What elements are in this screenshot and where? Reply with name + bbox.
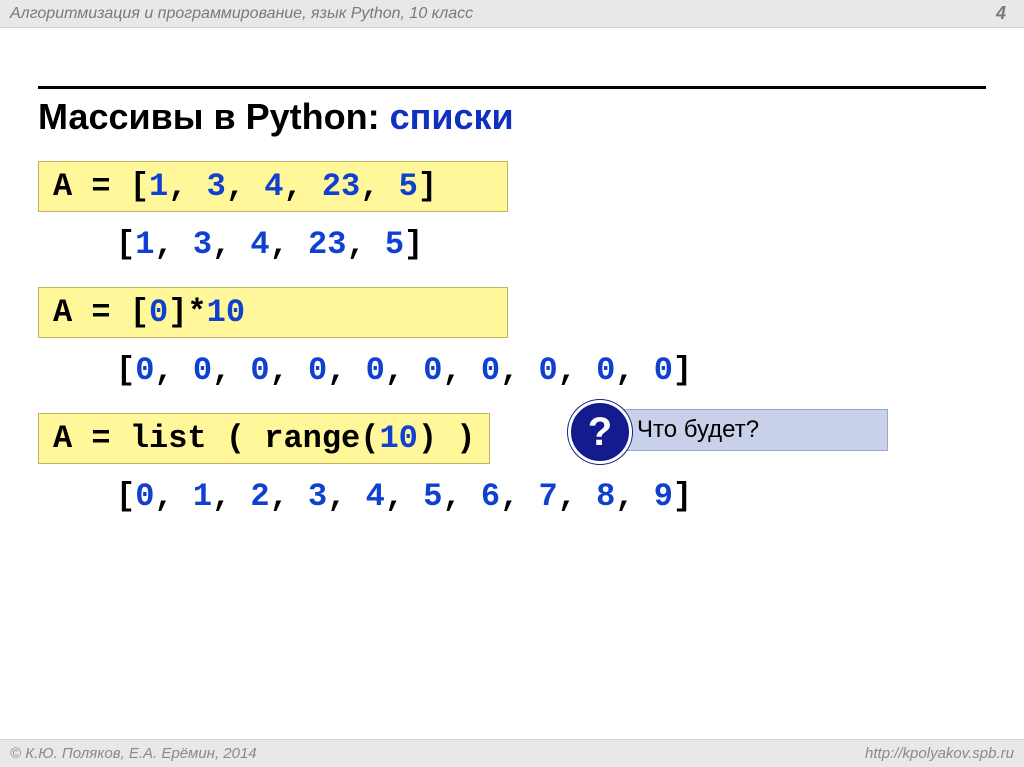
out-text: , bbox=[385, 478, 423, 515]
code-num: 4 bbox=[264, 168, 283, 205]
output-3: [0, 1, 2, 3, 4, 5, 6, 7, 8, 9] bbox=[116, 478, 986, 515]
out-text: ] bbox=[673, 478, 692, 515]
heading-accent: списки bbox=[390, 96, 514, 137]
out-text: , bbox=[212, 226, 250, 263]
out-num: 0 bbox=[654, 352, 673, 389]
output-2: [0, 0, 0, 0, 0, 0, 0, 0, 0, 0] bbox=[116, 352, 986, 389]
code-text: A = [ bbox=[53, 168, 149, 205]
question-icon: ? bbox=[568, 400, 632, 464]
out-num: 0 bbox=[135, 478, 154, 515]
callout-text: Что будет? bbox=[637, 416, 759, 444]
code-text: ] bbox=[418, 168, 437, 205]
out-text: , bbox=[270, 478, 308, 515]
code-text: , bbox=[283, 168, 321, 205]
out-num: 5 bbox=[423, 478, 442, 515]
out-num: 0 bbox=[538, 352, 557, 389]
out-num: 0 bbox=[423, 352, 442, 389]
out-text: , bbox=[558, 352, 596, 389]
out-text: , bbox=[615, 478, 653, 515]
code-block-1: A = [1, 3, 4, 23, 5] bbox=[38, 161, 508, 212]
out-text: , bbox=[327, 478, 365, 515]
code-num: 1 bbox=[149, 168, 168, 205]
out-text: [ bbox=[116, 478, 135, 515]
out-text: [ bbox=[116, 226, 135, 263]
out-text: , bbox=[327, 352, 365, 389]
out-num: 8 bbox=[596, 478, 615, 515]
out-text: , bbox=[558, 478, 596, 515]
output-1: [1, 3, 4, 23, 5] bbox=[116, 226, 986, 263]
code-text: , bbox=[226, 168, 264, 205]
code-text: A = list ( range( bbox=[53, 420, 379, 457]
out-num: 0 bbox=[308, 352, 327, 389]
out-text: , bbox=[270, 226, 308, 263]
code-text: A = [ bbox=[53, 294, 149, 331]
out-num: 2 bbox=[250, 478, 269, 515]
footer-copyright: © К.Ю. Поляков, Е.А. Ерёмин, 2014 bbox=[10, 745, 257, 762]
code-num: 10 bbox=[379, 420, 417, 457]
out-num: 3 bbox=[193, 226, 212, 263]
out-text: , bbox=[270, 352, 308, 389]
header-bar: Алгоритмизация и программирование, язык … bbox=[0, 0, 1024, 28]
out-num: 0 bbox=[366, 352, 385, 389]
code-num: 5 bbox=[399, 168, 418, 205]
code-text: , bbox=[360, 168, 398, 205]
out-text: , bbox=[385, 352, 423, 389]
out-num: 9 bbox=[654, 478, 673, 515]
out-num: 0 bbox=[481, 352, 500, 389]
callout-box: Что будет? bbox=[592, 409, 888, 451]
out-text: , bbox=[154, 226, 192, 263]
slide: Алгоритмизация и программирование, язык … bbox=[0, 0, 1024, 767]
out-num: 3 bbox=[308, 478, 327, 515]
out-num: 4 bbox=[366, 478, 385, 515]
out-num: 0 bbox=[135, 352, 154, 389]
footer-url: http://kpolyakov.spb.ru bbox=[865, 745, 1014, 762]
out-num: 23 bbox=[308, 226, 346, 263]
footer-authors: К.Ю. Поляков, Е.А. Ерёмин, 2014 bbox=[25, 745, 256, 762]
out-num: 0 bbox=[250, 352, 269, 389]
out-text: , bbox=[154, 478, 192, 515]
out-text: , bbox=[442, 352, 480, 389]
header-title: Алгоритмизация и программирование, язык … bbox=[10, 5, 473, 23]
code-num: 10 bbox=[207, 294, 245, 331]
out-num: 1 bbox=[193, 478, 212, 515]
out-num: 5 bbox=[385, 226, 404, 263]
code-block-2: A = [0]*10 bbox=[38, 287, 508, 338]
callout: Что будет? ? bbox=[568, 406, 888, 452]
out-text: , bbox=[154, 352, 192, 389]
slide-heading: Массивы в Python: списки bbox=[38, 96, 514, 138]
content-area: A = [1, 3, 4, 23, 5] [1, 3, 4, 23, 5] A … bbox=[38, 155, 986, 533]
code-text: ]* bbox=[168, 294, 206, 331]
title-rule bbox=[38, 86, 986, 89]
heading-main: Массивы в Python: bbox=[38, 96, 390, 137]
code-text: ) ) bbox=[418, 420, 476, 457]
question-mark: ? bbox=[588, 412, 612, 452]
page-number: 4 bbox=[996, 3, 1014, 24]
out-text: [ bbox=[116, 352, 135, 389]
out-num: 6 bbox=[481, 478, 500, 515]
out-text: , bbox=[442, 478, 480, 515]
code-num: 0 bbox=[149, 294, 168, 331]
out-text: ] bbox=[404, 226, 423, 263]
out-text: , bbox=[500, 478, 538, 515]
out-text: , bbox=[500, 352, 538, 389]
out-num: 0 bbox=[193, 352, 212, 389]
footer-bar: © К.Ю. Поляков, Е.А. Ерёмин, 2014 http:/… bbox=[0, 739, 1024, 767]
out-text: ] bbox=[673, 352, 692, 389]
code-text: , bbox=[168, 168, 206, 205]
code-block-3: A = list ( range(10) ) bbox=[38, 413, 490, 464]
out-num: 1 bbox=[135, 226, 154, 263]
out-num: 7 bbox=[538, 478, 557, 515]
out-num: 4 bbox=[250, 226, 269, 263]
out-text: , bbox=[212, 478, 250, 515]
out-text: , bbox=[212, 352, 250, 389]
code-num: 23 bbox=[322, 168, 360, 205]
out-text: , bbox=[615, 352, 653, 389]
out-num: 0 bbox=[596, 352, 615, 389]
out-text: , bbox=[346, 226, 384, 263]
code-num: 3 bbox=[207, 168, 226, 205]
